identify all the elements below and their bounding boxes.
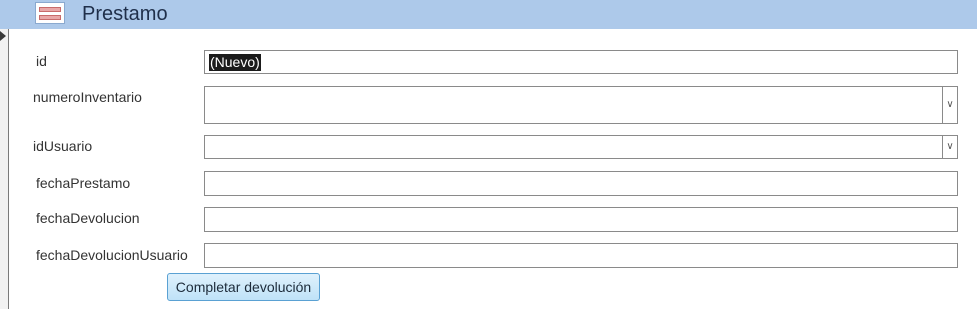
form-icon <box>35 2 65 24</box>
id-usuario-label: idUsuario <box>33 138 93 154</box>
completar-devolucion-button[interactable]: Completar devolución <box>167 273 320 301</box>
fecha-devolucion-usuario-label: fechaDevolucionUsuario <box>36 247 188 263</box>
numero-inventario-combobox[interactable]: ∨ <box>204 86 958 124</box>
form-icon-bar <box>39 7 61 12</box>
form-title: Prestamo <box>82 3 168 25</box>
id-label: id <box>36 53 47 69</box>
record-selector[interactable] <box>0 29 9 309</box>
fecha-prestamo-label: fechaPrestamo <box>36 175 131 191</box>
chevron-down-icon[interactable]: ∨ <box>942 87 957 123</box>
chevron-down-icon[interactable]: ∨ <box>942 136 957 158</box>
form-header: Prestamo <box>0 0 977 29</box>
id-usuario-combobox[interactable]: ∨ <box>204 135 958 159</box>
fecha-devolucion-label: fechaDevolucion <box>36 210 140 226</box>
form-icon-bar <box>39 15 61 20</box>
id-value: (Nuevo) <box>209 54 261 71</box>
id-field[interactable]: (Nuevo) <box>204 50 958 74</box>
fecha-prestamo-field[interactable] <box>204 171 958 196</box>
numero-inventario-label: numeroInventario <box>33 89 142 105</box>
record-selector-arrow-icon <box>0 31 6 41</box>
fecha-devolucion-usuario-field[interactable] <box>204 243 958 268</box>
fecha-devolucion-field[interactable] <box>204 207 958 232</box>
